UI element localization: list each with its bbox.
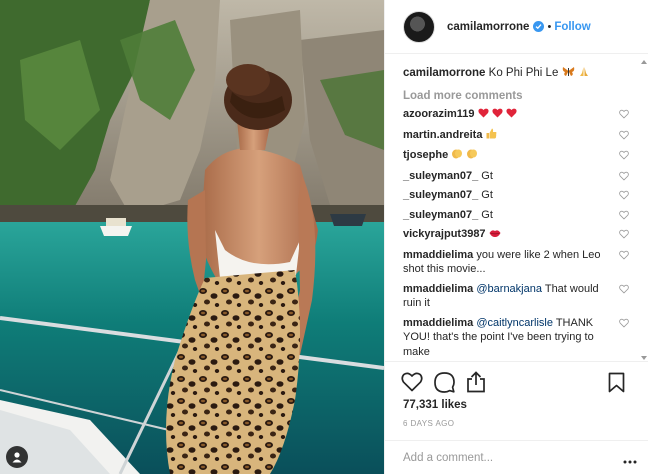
comments-list[interactable]: camilamorrone Ko Phi Phi Le Load more co…	[385, 54, 648, 362]
comment-text: Gt	[481, 208, 493, 221]
share-icon	[467, 371, 485, 393]
kiss-lips-icon	[489, 228, 501, 243]
load-more-comments-link[interactable]: Load more comments	[403, 90, 648, 102]
beach-cliff-photo	[0, 0, 384, 474]
tagged-users-button[interactable]	[6, 446, 28, 468]
post-details-panel: camilamorrone • Follow camilamorrone Ko …	[384, 0, 648, 474]
comment-text: Gt	[481, 189, 493, 201]
follow-button[interactable]: Follow	[554, 21, 590, 33]
comment-mention[interactable]: @caitlyncarlisle	[476, 317, 553, 329]
comment-row: _suleyman07_ Gt	[403, 188, 648, 203]
comments-scrollbar[interactable]	[641, 60, 648, 360]
clapping-hands-icon	[466, 148, 478, 164]
like-comment-icon[interactable]	[619, 210, 629, 220]
clapping-hands-icon	[451, 148, 463, 164]
comment-row: _suleyman07_ Gt	[403, 169, 648, 184]
like-comment-icon[interactable]	[619, 284, 629, 294]
post-timestamp[interactable]: 6 DAYS AGO	[403, 419, 454, 428]
like-button[interactable]	[401, 371, 423, 393]
more-options-button[interactable]	[623, 455, 637, 467]
comment-username[interactable]: martin.andreita	[403, 129, 482, 141]
avatar[interactable]	[403, 10, 435, 43]
comment-row: mmaddielima @caitlyncarlisle THANK YOU! …	[403, 316, 648, 360]
comment-username[interactable]: mmaddielima	[403, 317, 473, 329]
likes-count[interactable]: 77,331 likes	[403, 399, 467, 411]
post-header: camilamorrone • Follow	[385, 0, 648, 54]
comment-text: Gt	[481, 169, 493, 182]
post-actions-bar	[385, 366, 648, 398]
like-comment-icon[interactable]	[619, 171, 629, 181]
like-comment-icon[interactable]	[619, 190, 629, 200]
share-button[interactable]	[465, 371, 487, 393]
comment-row: martin.andreita	[403, 128, 648, 144]
like-comment-icon[interactable]	[619, 229, 629, 239]
header-separator: •	[547, 20, 552, 33]
instagram-post: camilamorrone • Follow camilamorrone Ko …	[0, 0, 648, 474]
person-icon	[12, 452, 22, 463]
header-username[interactable]: camilamorrone	[447, 21, 529, 33]
red-heart-icon	[506, 108, 517, 123]
comment-username[interactable]: _suleyman07_	[403, 170, 478, 182]
comment-row: azoorazim119	[403, 107, 648, 123]
add-comment-bar	[385, 440, 648, 474]
comment-username[interactable]: vickyrajput3987	[403, 228, 486, 240]
comment-username[interactable]: _suleyman07_	[403, 189, 478, 201]
comment-row: _suleyman07_ Gt	[403, 208, 648, 223]
caption-username[interactable]: camilamorrone	[403, 67, 485, 79]
comment-username[interactable]: _suleyman07_	[403, 209, 478, 221]
post-caption: camilamorrone Ko Phi Phi Le	[403, 66, 648, 82]
post-photo[interactable]	[0, 0, 384, 474]
comment-row: vickyrajput3987	[403, 227, 648, 243]
comment-row: tjosephe	[403, 148, 648, 164]
red-heart-icon	[478, 108, 489, 123]
thumbs-up-icon	[486, 128, 497, 144]
verified-badge-icon	[533, 21, 545, 32]
like-comment-icon[interactable]	[619, 150, 629, 160]
bookmark-icon	[608, 372, 624, 392]
heart-outline-icon	[401, 372, 423, 392]
add-comment-input[interactable]	[403, 451, 603, 464]
scroll-up-arrow-icon[interactable]	[641, 60, 647, 64]
save-button[interactable]	[605, 371, 627, 393]
like-comment-icon[interactable]	[619, 250, 629, 260]
like-comment-icon[interactable]	[619, 130, 629, 140]
comment-username[interactable]: mmaddielima	[403, 249, 473, 261]
praying-hands-icon	[578, 66, 590, 82]
comment-mention[interactable]: @barnakjana	[476, 283, 542, 295]
comment-button[interactable]	[433, 371, 455, 393]
comment-row: mmaddielima you were like 2 when Leo sho…	[403, 248, 648, 277]
comment-username[interactable]: mmaddielima	[403, 283, 473, 295]
comment-icon	[433, 371, 455, 393]
comment-username[interactable]: azoorazim119	[403, 108, 475, 120]
like-comment-icon[interactable]	[619, 109, 629, 119]
red-heart-icon	[492, 108, 503, 123]
caption-text: Ko Phi Phi Le	[488, 67, 559, 79]
butterfly-icon	[562, 66, 575, 82]
more-options-icon	[623, 460, 637, 464]
scroll-down-arrow-icon[interactable]	[641, 356, 647, 360]
like-comment-icon[interactable]	[619, 318, 629, 328]
comment-row: mmaddielima @barnakjana That would ruin …	[403, 282, 648, 311]
comment-username[interactable]: tjosephe	[403, 149, 448, 161]
